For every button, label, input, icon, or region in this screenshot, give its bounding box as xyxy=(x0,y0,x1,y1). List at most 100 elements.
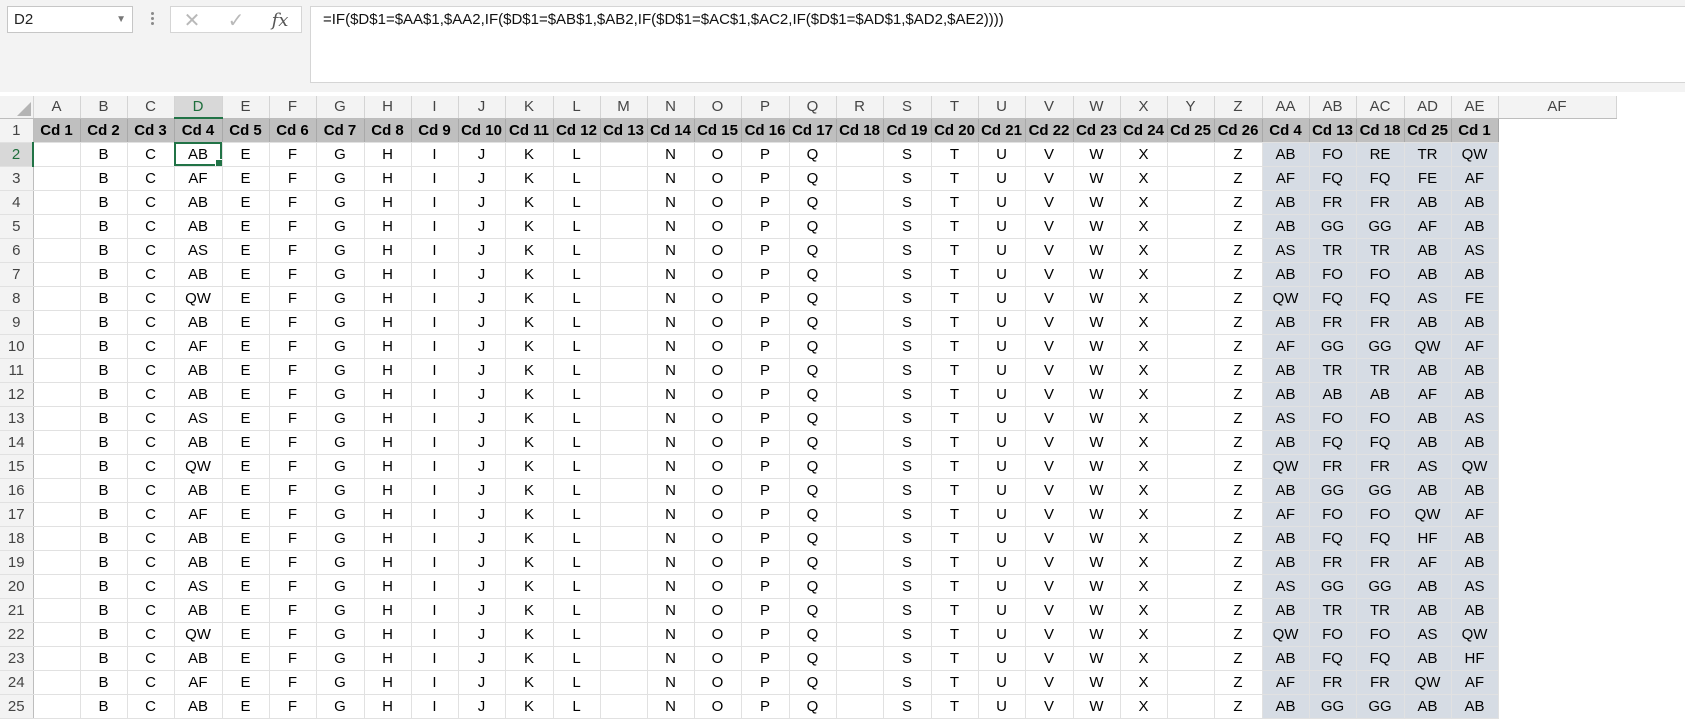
cell-r22[interactable] xyxy=(836,622,884,647)
cell-v7[interactable]: V xyxy=(1025,262,1074,287)
cell-m22[interactable] xyxy=(600,622,648,647)
cell-d7[interactable]: AB xyxy=(174,262,223,287)
cell-af20[interactable] xyxy=(1498,574,1616,598)
cell-c16[interactable]: C xyxy=(127,478,175,503)
cell-l24[interactable]: L xyxy=(553,670,601,695)
cell-u11[interactable]: U xyxy=(978,358,1026,383)
cell-l21[interactable]: L xyxy=(553,598,601,623)
cell-y5[interactable] xyxy=(1167,214,1215,239)
cell-x15[interactable]: X xyxy=(1120,454,1168,479)
cell-ad11[interactable]: AB xyxy=(1404,358,1452,383)
cell-l12[interactable]: L xyxy=(553,382,601,407)
column-header-y[interactable]: Y xyxy=(1167,96,1215,119)
cell-x25[interactable]: X xyxy=(1120,694,1168,719)
cell-z24[interactable]: Z xyxy=(1214,670,1263,695)
cell-z4[interactable]: Z xyxy=(1214,190,1263,215)
cell-b3[interactable]: B xyxy=(80,166,128,191)
cell-u17[interactable]: U xyxy=(978,502,1026,527)
cell-k9[interactable]: K xyxy=(505,310,554,335)
header-cell-h[interactable]: Cd 8 xyxy=(364,118,412,143)
cell-s9[interactable]: S xyxy=(883,310,932,335)
cell-af7[interactable] xyxy=(1498,262,1616,286)
select-all-corner[interactable] xyxy=(0,96,34,119)
cell-m20[interactable] xyxy=(600,574,648,599)
row-header[interactable]: 18 xyxy=(0,526,34,551)
row-header[interactable]: 3 xyxy=(0,166,34,191)
cell-aa11[interactable]: AB xyxy=(1262,358,1310,383)
cell-k4[interactable]: K xyxy=(505,190,554,215)
cell-ac15[interactable]: FR xyxy=(1356,454,1405,479)
cell-m14[interactable] xyxy=(600,430,648,455)
column-header-aa[interactable]: AA xyxy=(1262,96,1310,119)
cell-h9[interactable]: H xyxy=(364,310,412,335)
cell-g19[interactable]: G xyxy=(316,550,365,575)
header-cell-i[interactable]: Cd 9 xyxy=(411,118,459,143)
cell-p6[interactable]: P xyxy=(741,238,790,263)
cell-z19[interactable]: Z xyxy=(1214,550,1263,575)
cell-w7[interactable]: W xyxy=(1073,262,1121,287)
cell-j6[interactable]: J xyxy=(458,238,506,263)
cell-d14[interactable]: AB xyxy=(174,430,223,455)
cell-o14[interactable]: O xyxy=(694,430,742,455)
cell-t3[interactable]: T xyxy=(931,166,979,191)
cell-h25[interactable]: H xyxy=(364,694,412,719)
cell-g3[interactable]: G xyxy=(316,166,365,191)
cell-w11[interactable]: W xyxy=(1073,358,1121,383)
cell-ae7[interactable]: AB xyxy=(1451,262,1499,287)
cell-ae13[interactable]: AS xyxy=(1451,406,1499,431)
cell-g22[interactable]: G xyxy=(316,622,365,647)
cell-e12[interactable]: E xyxy=(222,382,270,407)
cell-ae2[interactable]: QW xyxy=(1451,142,1499,167)
cell-d6[interactable]: AS xyxy=(174,238,223,263)
cell-w4[interactable]: W xyxy=(1073,190,1121,215)
cell-ae20[interactable]: AS xyxy=(1451,574,1499,599)
cell-t5[interactable]: T xyxy=(931,214,979,239)
cell-w8[interactable]: W xyxy=(1073,286,1121,311)
cell-ad3[interactable]: FE xyxy=(1404,166,1452,191)
cell-v17[interactable]: V xyxy=(1025,502,1074,527)
column-header-x[interactable]: X xyxy=(1120,96,1168,119)
cell-a13[interactable] xyxy=(33,406,81,431)
cell-j25[interactable]: J xyxy=(458,694,506,719)
row-header[interactable]: 6 xyxy=(0,238,34,263)
cell-h11[interactable]: H xyxy=(364,358,412,383)
header-cell-o[interactable]: Cd 15 xyxy=(694,118,742,143)
cell-d9[interactable]: AB xyxy=(174,310,223,335)
cell-u15[interactable]: U xyxy=(978,454,1026,479)
cell-w2[interactable]: W xyxy=(1073,142,1121,167)
cell-ae3[interactable]: AF xyxy=(1451,166,1499,191)
cell-ac24[interactable]: FR xyxy=(1356,670,1405,695)
cell-n21[interactable]: N xyxy=(647,598,695,623)
cell-ae17[interactable]: AF xyxy=(1451,502,1499,527)
cell-j23[interactable]: J xyxy=(458,646,506,671)
cell-z11[interactable]: Z xyxy=(1214,358,1263,383)
cell-k23[interactable]: K xyxy=(505,646,554,671)
cell-n2[interactable]: N xyxy=(647,142,695,167)
cell-l6[interactable]: L xyxy=(553,238,601,263)
cell-i18[interactable]: I xyxy=(411,526,459,551)
cell-x8[interactable]: X xyxy=(1120,286,1168,311)
header-cell-v[interactable]: Cd 22 xyxy=(1025,118,1074,143)
cell-a8[interactable] xyxy=(33,286,81,311)
cell-g23[interactable]: G xyxy=(316,646,365,671)
cell-ad18[interactable]: HF xyxy=(1404,526,1452,551)
cell-c3[interactable]: C xyxy=(127,166,175,191)
cell-a16[interactable] xyxy=(33,478,81,503)
column-header-w[interactable]: W xyxy=(1073,96,1121,119)
header-cell-k[interactable]: Cd 11 xyxy=(505,118,554,143)
cell-af23[interactable] xyxy=(1498,646,1616,670)
cell-ab21[interactable]: TR xyxy=(1309,598,1357,623)
cell-l2[interactable]: L xyxy=(553,142,601,167)
cell-g2[interactable]: G xyxy=(316,142,365,167)
cell-x7[interactable]: X xyxy=(1120,262,1168,287)
cell-a11[interactable] xyxy=(33,358,81,383)
cell-s24[interactable]: S xyxy=(883,670,932,695)
column-header-h[interactable]: H xyxy=(364,96,412,119)
cell-q25[interactable]: Q xyxy=(789,694,837,719)
cell-r20[interactable] xyxy=(836,574,884,599)
cell-l20[interactable]: L xyxy=(553,574,601,599)
cell-e17[interactable]: E xyxy=(222,502,270,527)
cell-f6[interactable]: F xyxy=(269,238,317,263)
cell-ad15[interactable]: AS xyxy=(1404,454,1452,479)
cell-u14[interactable]: U xyxy=(978,430,1026,455)
